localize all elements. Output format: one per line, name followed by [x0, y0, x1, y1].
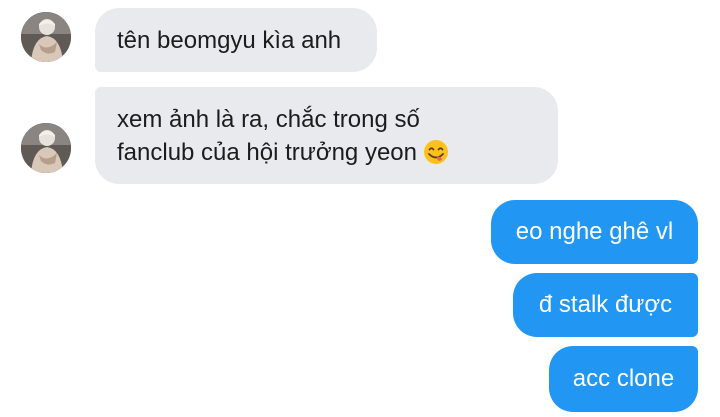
- avatar-photo: [21, 123, 71, 173]
- message-text: tên beomgyu kìa anh: [117, 26, 342, 54]
- outgoing-message-bubble[interactable]: acc clone: [549, 346, 698, 412]
- incoming-message-bubble[interactable]: xem ảnh là ra, chắc trong số fanclub của…: [95, 87, 558, 184]
- avatar-photo: [21, 12, 71, 62]
- message-text: fanclub của hội trưởng yeon: [117, 139, 417, 166]
- outgoing-message-bubble[interactable]: đ stalk được: [513, 273, 698, 337]
- contact-avatar[interactable]: [21, 123, 71, 173]
- outgoing-message-bubble[interactable]: eo nghe ghê vl: [491, 200, 698, 264]
- message-text-line-1: xem ảnh là ra, chắc trong số: [117, 106, 420, 133]
- message-text-line-2: fanclub của hội trưởng yeon: [117, 136, 536, 174]
- message-text: acc clone: [572, 365, 675, 392]
- face-savoring-food-emoji-icon: [423, 139, 449, 174]
- incoming-message-bubble[interactable]: tên beomgyu kìa anh: [95, 8, 377, 72]
- message-text: đ stalk được: [538, 291, 673, 318]
- contact-avatar[interactable]: [21, 12, 71, 62]
- message-text: eo nghe ghê vl: [515, 218, 674, 245]
